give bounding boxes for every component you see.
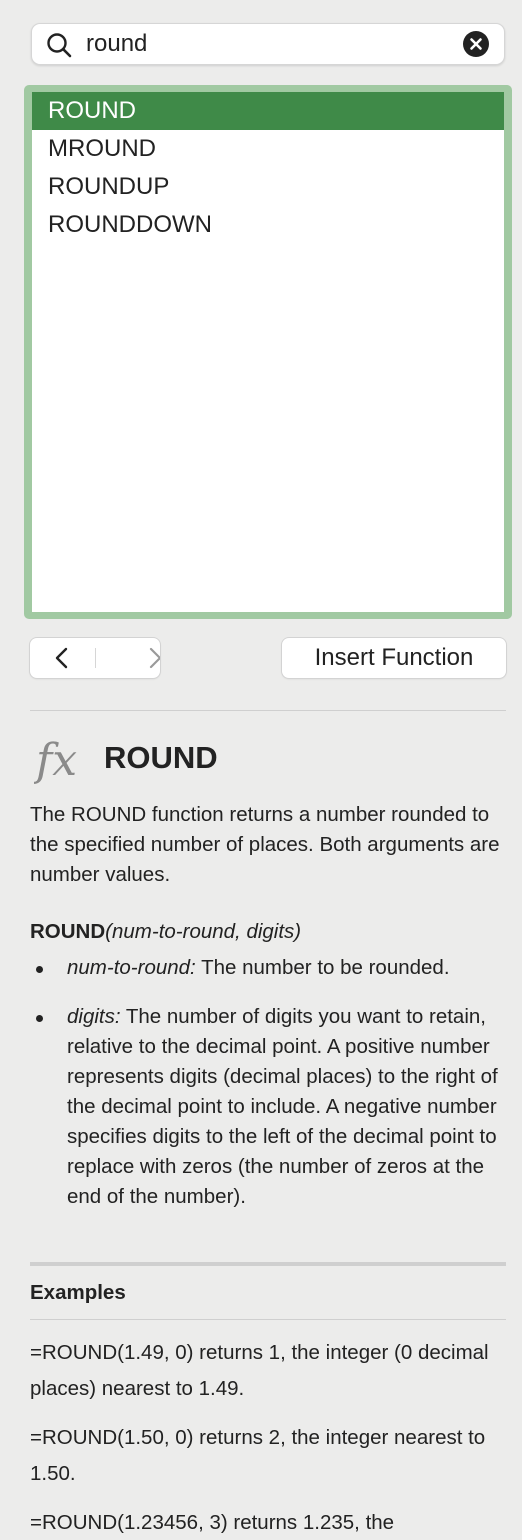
section-divider [30,1262,506,1266]
argument-name: digits: [67,1005,121,1028]
chevron-right-icon [149,647,162,669]
function-syntax: ROUND(num-to-round, digits) [30,917,506,947]
list-item-rounddown[interactable]: ROUNDDOWN [32,206,504,244]
bullet-dot [36,1015,43,1022]
argument-text: The number to be rounded. [195,956,450,979]
list-item-round[interactable]: ROUND [32,92,504,130]
search-icon [47,33,72,58]
argument-name: num-to-round: [67,956,196,979]
argument-list: num-to-round: The number to be rounded. … [30,953,506,1212]
argument-text: The number of digits you want to retain,… [67,1005,498,1208]
forward-button[interactable] [96,638,162,678]
function-browser: ROUND MROUND ROUNDUP ROUNDDOWN Insert Fu… [0,0,522,1540]
search-field[interactable] [31,23,505,65]
search-input[interactable] [86,30,476,58]
bullet-dot [36,966,43,973]
argument-item: digits: The number of digits you want to… [30,1002,506,1212]
syntax-function-name: ROUND [30,920,106,943]
fx-icon: fx [34,735,77,786]
example-item: =ROUND(1.23456, 3) returns 1.235, the [30,1511,395,1534]
svg-text:fx: fx [34,735,77,786]
syntax-arguments: (num-to-round, digits) [105,920,302,943]
history-nav [30,638,162,678]
argument-item: num-to-round: The number to be rounded. [30,953,506,983]
function-list[interactable]: ROUND MROUND ROUNDUP ROUNDDOWN [32,92,504,612]
example-item: =ROUND(1.50, 0) returns 2, the integer n… [30,1426,486,1485]
chevron-left-icon [55,647,68,669]
divider [30,1319,506,1320]
divider [30,710,506,711]
examples-list: =ROUND(1.49, 0) returns 1, the integer (… [30,1335,506,1540]
clear-icon[interactable] [463,31,489,57]
list-item-roundup[interactable]: ROUNDUP [32,168,504,206]
function-description: The ROUND function returns a number roun… [30,803,500,886]
insert-function-button[interactable]: Insert Function [282,638,506,678]
list-item-mround[interactable]: MROUND [32,130,504,168]
back-button[interactable] [30,638,94,678]
function-list-frame: ROUND MROUND ROUNDUP ROUNDDOWN [24,85,512,619]
example-item: =ROUND(1.49, 0) returns 1, the integer (… [30,1341,489,1400]
function-title: ROUND [104,740,218,775]
examples-heading: Examples [30,1281,126,1304]
